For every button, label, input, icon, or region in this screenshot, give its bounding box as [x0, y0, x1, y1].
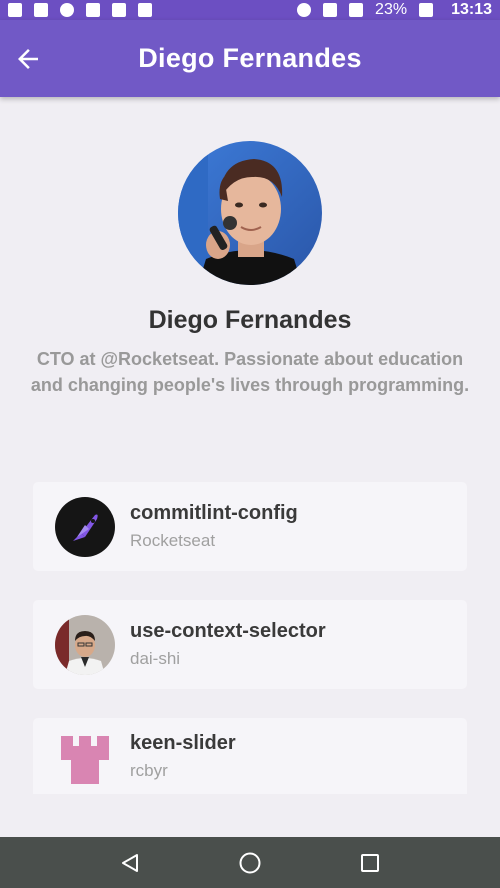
repository-title: commitlint-config — [130, 502, 298, 524]
app-bar: Diego Fernandes — [0, 20, 500, 97]
system-icons: 23% 13:13 — [297, 1, 492, 19]
person-photo-icon — [55, 614, 115, 675]
battery-percent: 23% — [375, 1, 408, 18]
status-bar: 23% 13:13 — [0, 0, 500, 20]
image-icon — [34, 3, 48, 17]
repository-title: keen-slider — [130, 731, 236, 754]
repository-card[interactable]: use-context-selector dai-shi — [33, 600, 467, 689]
rocketseat-logo-icon — [55, 496, 115, 557]
home-circle-icon — [239, 852, 261, 873]
wifi-icon — [323, 3, 338, 17]
repository-owner: rcbyr — [130, 760, 168, 780]
notification-icon — [8, 3, 22, 17]
notification-icons — [8, 3, 152, 17]
nav-recents-button[interactable] — [350, 843, 390, 883]
profile-name: Diego Fernandes — [148, 306, 352, 334]
pink-castle-icon — [55, 726, 115, 786]
repository-card[interactable]: commitlint-config Rocketseat — [33, 482, 467, 571]
profile-bio: CTO at @Rocketseat. Passionate about edu… — [30, 349, 470, 395]
sync-icon — [60, 3, 74, 17]
battery-icon — [419, 3, 434, 17]
back-button[interactable] — [10, 41, 46, 77]
system-nav-bar — [0, 837, 500, 888]
repository-owner: Rocketseat — [130, 531, 216, 550]
tool-icon — [86, 3, 100, 17]
arrow-left-icon — [18, 48, 38, 69]
signal-icon — [349, 3, 364, 17]
repository-card[interactable]: keen-slider rcbyr — [33, 718, 467, 794]
nav-back-button[interactable] — [110, 843, 150, 883]
profile-avatar — [178, 141, 322, 285]
briefcase-icon — [138, 3, 152, 17]
recents-square-icon — [361, 853, 379, 872]
repository-title: use-context-selector — [130, 620, 326, 642]
status-time: 13:13 — [451, 1, 492, 18]
page-title: Diego Fernandes — [138, 43, 362, 73]
alarm-icon — [297, 3, 312, 17]
nav-home-button[interactable] — [230, 843, 270, 883]
back-triangle-icon — [122, 853, 138, 872]
repository-owner: dai-shi — [130, 649, 181, 668]
calendar-icon — [112, 3, 126, 17]
